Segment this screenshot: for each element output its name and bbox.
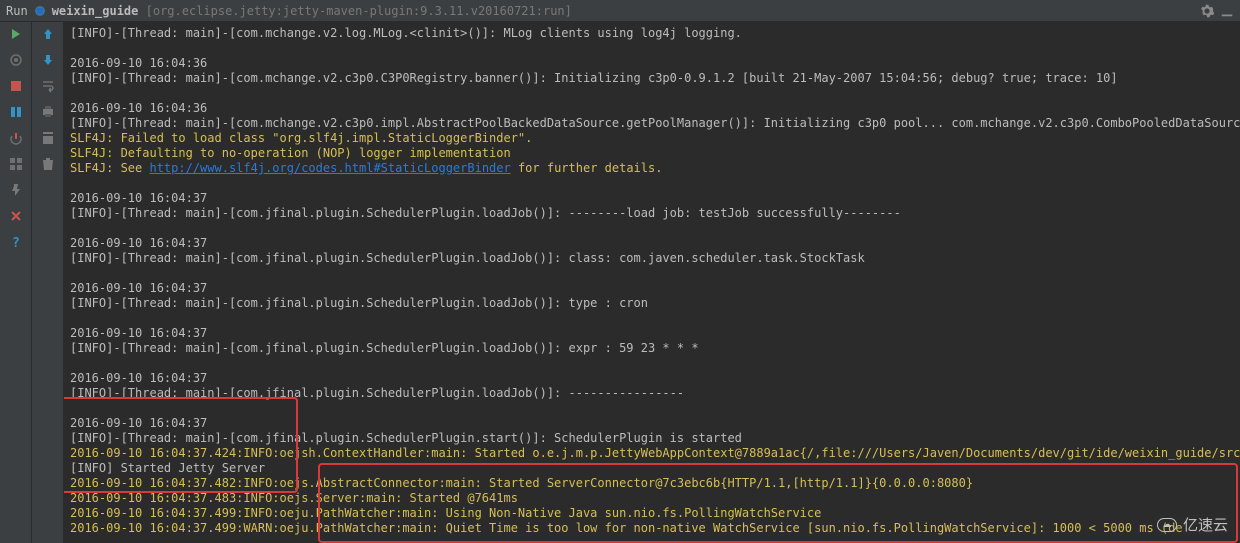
log-line: [INFO]-[Thread: main]-[com.jfinal.plugin… xyxy=(70,341,1234,356)
rerun-icon[interactable] xyxy=(8,26,24,42)
run-config-icon xyxy=(34,5,46,17)
stop-icon[interactable] xyxy=(8,78,24,94)
log-line-jetty: 2016-09-10 16:04:37.424:INFO:oejsh.Conte… xyxy=(70,446,1234,461)
log-line-jetty: 2016-09-10 16:04:37.499:WARN:oeju.PathWa… xyxy=(70,521,1234,536)
log-line: 2016-09-10 16:04:37 xyxy=(70,416,1234,431)
main-panel: ? [INFO]-[Thread: main]-[com.mchange.v2.… xyxy=(0,22,1240,543)
log-line: [INFO]-[Thread: main]-[com.jfinal.plugin… xyxy=(70,251,1234,266)
log-line-warn: SLF4J: Failed to load class "org.slf4j.i… xyxy=(70,131,1234,146)
svg-text:?: ? xyxy=(12,236,20,249)
log-line-warn: SLF4J: Defaulting to no-operation (NOP) … xyxy=(70,146,1234,161)
run-config-name: weixin_guide [org.eclipse.jetty:jetty-ma… xyxy=(52,4,572,18)
log-line: 2016-09-10 16:04:37 xyxy=(70,191,1234,206)
log-line: [INFO]-[Thread: main]-[com.mchange.v2.c3… xyxy=(70,116,1234,131)
watermark-text: 亿速云 xyxy=(1183,514,1228,535)
console-output[interactable]: [INFO]-[Thread: main]-[com.mchange.v2.lo… xyxy=(64,22,1240,543)
log-line: [INFO]-[Thread: main]-[com.jfinal.plugin… xyxy=(70,206,1234,221)
toolbar-right xyxy=(1200,4,1234,18)
pin-icon[interactable] xyxy=(8,182,24,198)
trash-icon[interactable] xyxy=(40,156,56,172)
watermark: ☁ 亿速云 xyxy=(1157,514,1228,535)
cloud-icon: ☁ xyxy=(1157,518,1177,532)
gutter-mid xyxy=(32,22,64,543)
soft-wrap-icon[interactable] xyxy=(40,78,56,94)
debug-icon[interactable] xyxy=(8,52,24,68)
log-line: 2016-09-10 16:04:37 xyxy=(70,236,1234,251)
run-toolbar: Run weixin_guide [org.eclipse.jetty:jett… xyxy=(0,0,1240,22)
log-line: 2016-09-10 16:04:37 xyxy=(70,371,1234,386)
gutter-left: ? xyxy=(0,22,32,543)
run-config-suffix: [org.eclipse.jetty:jetty-maven-plugin:9.… xyxy=(138,4,571,18)
log-line: [INFO] Started Jetty Server xyxy=(70,461,1234,476)
run-config-title: weixin_guide xyxy=(52,4,139,18)
log-line-jetty: 2016-09-10 16:04:37.499:INFO:oeju.PathWa… xyxy=(70,506,1234,521)
run-label: Run xyxy=(6,4,28,18)
log-line: 2016-09-10 16:04:36 xyxy=(70,56,1234,71)
log-line: [INFO]-[Thread: main]-[com.jfinal.plugin… xyxy=(70,386,1234,401)
log-line: 2016-09-10 16:04:37 xyxy=(70,326,1234,341)
pause-icon[interactable] xyxy=(8,104,24,120)
log-line-warn: SLF4J: See http://www.slf4j.org/codes.ht… xyxy=(70,161,1234,176)
slf4j-link[interactable]: http://www.slf4j.org/codes.html#StaticLo… xyxy=(149,161,510,175)
log-line: [INFO]-[Thread: main]-[com.mchange.v2.c3… xyxy=(70,71,1234,86)
arrow-down-icon[interactable] xyxy=(40,52,56,68)
log-line: [INFO]-[Thread: main]-[com.jfinal.plugin… xyxy=(70,296,1234,311)
log-line: [INFO]-[Thread: main]-[com.mchange.v2.lo… xyxy=(70,26,1234,41)
log-line: 2016-09-10 16:04:37 xyxy=(70,281,1234,296)
log-line: 2016-09-10 16:04:36 xyxy=(70,101,1234,116)
help-icon[interactable]: ? xyxy=(8,234,24,250)
log-line: [INFO]-[Thread: main]-[com.jfinal.plugin… xyxy=(70,431,1234,446)
log-line-jetty: 2016-09-10 16:04:37.483:INFO:oejs.Server… xyxy=(70,491,1234,506)
scroll-top-icon[interactable] xyxy=(40,130,56,146)
minimize-icon[interactable] xyxy=(1220,4,1234,18)
layout-icon[interactable] xyxy=(8,156,24,172)
close-icon[interactable] xyxy=(8,208,24,224)
print-icon[interactable] xyxy=(40,104,56,120)
exit-icon[interactable] xyxy=(8,130,24,146)
gear-icon[interactable] xyxy=(1200,4,1214,18)
arrow-up-icon[interactable] xyxy=(40,26,56,42)
log-line-jetty: 2016-09-10 16:04:37.482:INFO:oejs.Abstra… xyxy=(70,476,1234,491)
